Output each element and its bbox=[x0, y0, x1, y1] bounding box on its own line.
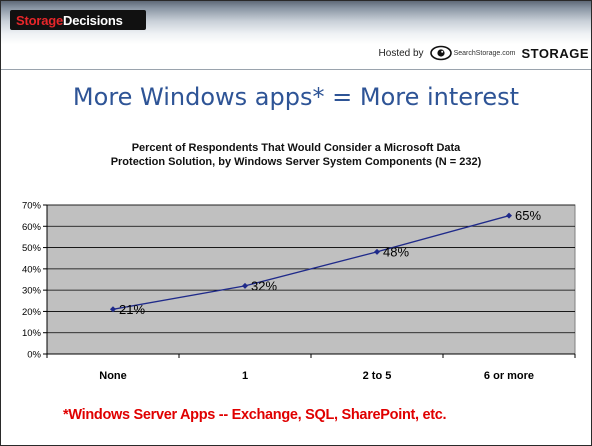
y-tick-label: 40% bbox=[22, 264, 42, 275]
slide-title: More Windows apps* = More interest bbox=[72, 83, 520, 111]
eye-icon bbox=[429, 45, 452, 61]
y-tick-label: 20% bbox=[22, 307, 42, 318]
line-chart: 0% 10% 20% 30% 40% 50% 60% 70% None 1 2 to 5 6 or m… bbox=[22, 201, 576, 382]
footnote: *Windows Server Apps -- Exchange, SQL, S… bbox=[63, 407, 447, 423]
x-tick-label: 6 or more bbox=[484, 370, 534, 382]
brand-text-decisions: Decisions bbox=[63, 12, 123, 28]
data-label: 32% bbox=[251, 278, 277, 293]
x-tick-label: 2 to 5 bbox=[363, 370, 392, 382]
searchstorage-text: SearchStorage.com bbox=[453, 49, 516, 57]
hosted-by: Hosted by SearchStorage.com STORAGE bbox=[379, 45, 589, 61]
data-label: 21% bbox=[119, 302, 145, 317]
y-tick-label: 0% bbox=[27, 350, 41, 361]
storage-decisions-logo: Storage Decisions bbox=[10, 10, 146, 30]
data-label: 65% bbox=[515, 208, 541, 223]
header-bar: Storage Decisions Hosted by SearchStorag… bbox=[1, 1, 591, 73]
y-tick-label: 10% bbox=[22, 328, 42, 339]
header-divider bbox=[1, 69, 591, 70]
chart-title-line2: Protection Solution, by Windows Server S… bbox=[110, 156, 482, 168]
x-tick-label: 1 bbox=[242, 370, 248, 382]
storage-wordmark: STORAGE bbox=[521, 45, 589, 61]
brand-text-storage: Storage bbox=[16, 12, 64, 28]
plot-area bbox=[46, 204, 576, 355]
searchstorage-logo: SearchStorage.com bbox=[429, 45, 516, 61]
hosted-by-label: Hosted by bbox=[378, 47, 424, 59]
slide-frame: Storage Decisions Hosted by SearchStorag… bbox=[0, 0, 592, 446]
chart-title: Percent of Respondents That Would Consid… bbox=[41, 141, 551, 169]
y-tick-label: 30% bbox=[22, 286, 42, 297]
y-tick-label: 50% bbox=[22, 243, 42, 254]
y-tick-label: 70% bbox=[22, 201, 42, 212]
x-tick-label: None bbox=[99, 370, 127, 382]
y-tick-label: 60% bbox=[22, 222, 42, 233]
data-label: 48% bbox=[383, 244, 409, 259]
chart-title-line1: Percent of Respondents That Would Consid… bbox=[131, 142, 461, 154]
